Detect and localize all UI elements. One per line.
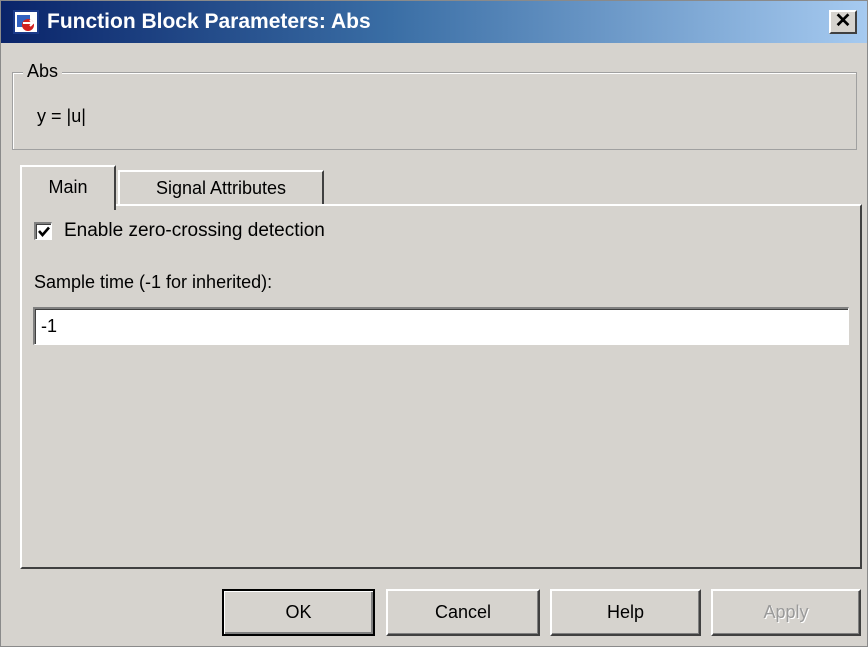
zero-crossing-checkbox[interactable]	[34, 222, 52, 240]
close-button[interactable]: ✕	[829, 10, 857, 34]
dialog-window: Function Block Parameters: Abs ✕ Abs y =…	[0, 0, 868, 647]
sample-time-label: Sample time (-1 for inherited):	[34, 272, 273, 292]
title-bar[interactable]: Function Block Parameters: Abs ✕	[1, 1, 867, 43]
description-group	[12, 72, 857, 150]
simulink-block-icon	[13, 10, 39, 34]
description-group-label: Abs	[23, 59, 63, 83]
tab-signal-attributes-label: Signal Attributes	[155, 178, 287, 198]
close-icon: ✕	[834, 10, 852, 32]
block-description: y = |u|	[37, 106, 86, 126]
checkmark-icon	[38, 226, 50, 237]
tab-signal-attributes[interactable]: Signal Attributes	[118, 170, 324, 205]
sample-time-input[interactable]	[33, 307, 849, 345]
tab-main-label: Main	[48, 177, 88, 197]
zero-crossing-label[interactable]: Enable zero-crossing detection	[64, 218, 325, 244]
ok-button[interactable]: OK	[222, 589, 375, 636]
tab-main[interactable]: Main	[20, 165, 116, 210]
cancel-button[interactable]: Cancel	[386, 589, 540, 636]
tab-panel-main	[20, 204, 862, 569]
window-title: Function Block Parameters: Abs	[47, 10, 371, 33]
apply-button[interactable]: Apply	[711, 589, 861, 636]
help-button[interactable]: Help	[550, 589, 701, 636]
